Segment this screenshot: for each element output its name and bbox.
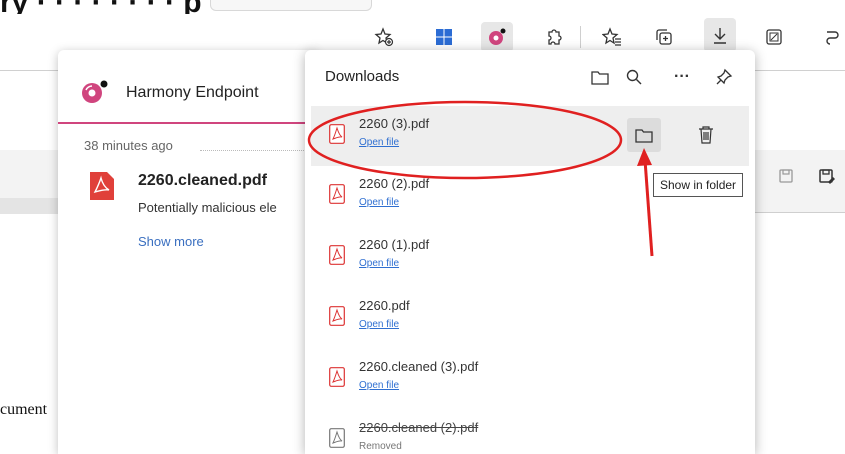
save-icon[interactable] [778,168,794,189]
pdf-file-icon [90,172,114,200]
copilot-icon[interactable] [816,22,845,52]
windows-icon[interactable] [428,22,460,52]
document-text: cument [0,401,48,418]
download-item[interactable]: 2260.pdf Open file [311,288,749,348]
toolbar-separator [580,26,581,48]
download-item[interactable]: 2260.cleaned (2).pdf Removed [311,410,749,454]
harmony-logo-icon [80,78,108,104]
show-in-folder-button[interactable] [627,118,661,152]
search-icon[interactable] [621,64,647,90]
pdf-file-icon [329,184,345,204]
downloads-icon[interactable] [704,18,736,52]
open-file-link[interactable]: Open file [359,319,399,330]
divider [200,150,320,151]
more-options-icon[interactable]: ··· [669,64,695,90]
pdf-toolbar-edge [0,198,58,214]
show-more-link[interactable]: Show more [138,234,204,249]
open-file-link[interactable]: Open file [359,380,399,391]
pin-icon[interactable] [711,64,737,90]
save-as-icon[interactable] [818,168,836,191]
pdf-file-icon [329,245,345,265]
download-file-name: 2260 (1).pdf [359,237,430,252]
download-file-name: 2260.cleaned (2).pdf [359,420,479,435]
notification-time: 38 minutes ago [84,138,173,153]
download-file-name: 2260 (2).pdf [359,176,430,191]
download-file-name: 2260 (3).pdf [359,116,430,131]
extensions-icon[interactable] [538,22,570,52]
open-file-link[interactable]: Open file [359,137,399,148]
pdf-file-icon [329,124,345,144]
download-item[interactable]: 2260.cleaned (3).pdf Open file [311,349,749,409]
harmony-title: Harmony Endpoint [126,84,259,101]
star-add-icon[interactable] [368,22,400,52]
pdf-file-icon [329,367,345,387]
downloads-title: Downloads [325,68,400,85]
download-file-name: 2260.cleaned (3).pdf [359,359,479,374]
downloads-panel: Downloads ··· 2260 (3).pdf Open file 226… [305,50,755,454]
pdf-file-icon [329,428,345,448]
download-item[interactable]: 2260 (1).pdf Open file [311,227,749,287]
open-file-link[interactable]: Open file [359,197,399,208]
delete-button[interactable] [689,118,723,152]
address-bar[interactable] [210,0,372,11]
notification-description: Potentially malicious ele [138,200,277,215]
harmony-endpoint-panel: Harmony Endpoint 38 minutes ago 2260.cle… [58,50,320,454]
show-in-folder-tooltip: Show in folder [653,173,744,197]
open-downloads-folder-icon[interactable] [587,64,613,90]
screenshot-icon[interactable] [758,22,790,52]
harmony-extension-icon[interactable] [481,22,513,52]
pdf-file-icon [329,306,345,326]
download-status: Removed [359,441,402,452]
download-item[interactable]: 2260 (3).pdf Open file [311,106,749,166]
download-file-name: 2260.pdf [359,298,410,313]
notification-file-name: 2260.cleaned.pdf [138,172,267,189]
favorites-icon[interactable] [596,22,628,52]
collections-icon[interactable] [648,22,680,52]
open-file-link[interactable]: Open file [359,258,399,269]
